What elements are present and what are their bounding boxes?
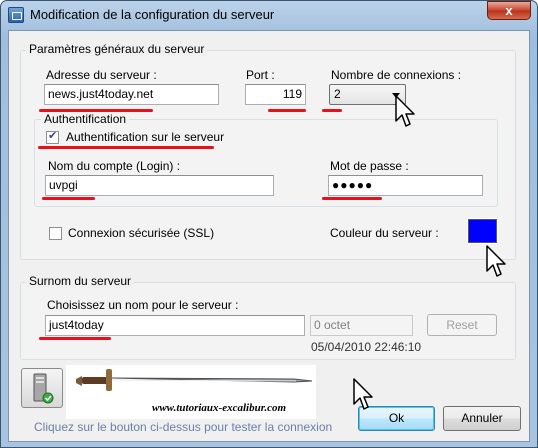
annotation-underline-password — [322, 197, 382, 200]
ssl-checkbox-label[interactable]: Connexion sécurisée (SSL) — [68, 226, 214, 240]
connections-value: 2 — [334, 87, 341, 101]
timestamp-text: 05/04/2010 22:46:10 — [311, 340, 422, 354]
close-button[interactable]: x — [487, 1, 531, 20]
promo-banner: www.tutoriaux-excalibur.com — [66, 365, 316, 419]
server-address-input[interactable]: news.just4today.net — [44, 84, 219, 105]
server-test-icon — [33, 373, 54, 404]
login-label: Nom du compte (Login) : — [48, 159, 181, 173]
password-label: Mot de passe : — [330, 159, 409, 173]
annotation-underline-login — [42, 197, 95, 200]
size-field: 0 octet — [310, 315, 413, 336]
window-title: Modification de la configuration du serv… — [30, 7, 275, 22]
annotation-underline-connections — [322, 109, 342, 112]
title-bar[interactable]: Modification de la configuration du serv… — [0, 0, 538, 30]
server-color-swatch[interactable] — [467, 218, 498, 244]
app-window-icon — [8, 7, 24, 23]
nickname-prompt-label: Choisissez un nom pour le serveur : — [47, 298, 239, 312]
server-color-label: Couleur du serveur : — [330, 226, 439, 240]
auth-checkbox-label[interactable]: Authentification sur le serveur — [66, 130, 224, 144]
annotation-underline-address — [39, 109, 153, 112]
annotation-underline-port — [268, 109, 306, 112]
mouse-pointer-icon — [353, 378, 373, 410]
server-address-label: Adresse du serveur : — [46, 68, 157, 82]
server-nickname-label: Surnom du serveur — [26, 274, 135, 288]
annotation-underline-nickname — [39, 337, 111, 340]
banner-url-text: www.tutoriaux-excalibur.com — [152, 402, 287, 414]
password-input[interactable]: ●●●●● — [328, 175, 483, 196]
auth-checkbox[interactable] — [46, 129, 59, 144]
cancel-button[interactable]: Annuler — [443, 406, 521, 431]
authentication-group-label: Authentification — [41, 112, 130, 126]
mouse-pointer-icon — [486, 245, 506, 277]
connections-label: Nombre de connexions : — [331, 68, 462, 82]
test-connection-hint: Cliquez sur le bouton ci-dessus pour tes… — [34, 420, 333, 434]
port-input[interactable]: 119 — [245, 84, 306, 105]
reset-button[interactable]: Reset — [427, 314, 497, 336]
ssl-checkbox[interactable] — [49, 227, 62, 240]
nickname-input[interactable]: just4today — [45, 315, 305, 336]
annotation-underline-auth — [38, 146, 214, 149]
test-connection-button[interactable] — [21, 368, 63, 408]
login-input[interactable]: uvpgi — [45, 175, 274, 196]
port-label: Port : — [246, 68, 275, 82]
general-settings-label: Paramètres généraux du serveur — [26, 42, 208, 56]
mouse-pointer-icon — [395, 95, 415, 127]
